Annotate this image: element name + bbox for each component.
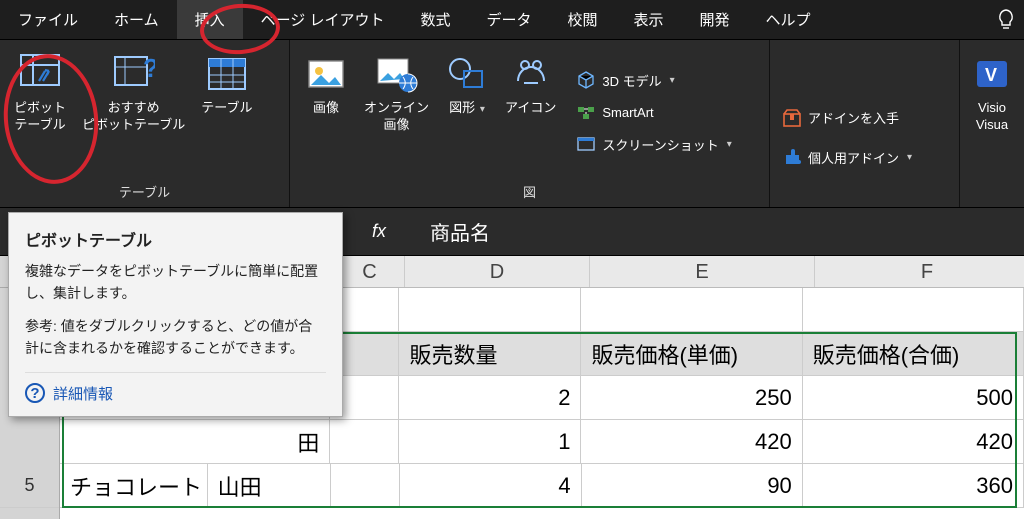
tooltip-body: 参考: 値をダブルクリックすると、どの値が合計に含まれるかを確認することができま…: [25, 316, 326, 359]
visio-icon: V: [970, 52, 1014, 96]
cell[interactable]: 販売数量: [399, 332, 581, 375]
tab-help[interactable]: ヘルプ: [748, 0, 829, 39]
tab-insert[interactable]: 挿入: [177, 0, 243, 39]
table-label: テーブル: [201, 100, 252, 117]
pictures-button[interactable]: 画像: [296, 44, 356, 180]
recommended-pivottable-button[interactable]: ? おすすめ ピボットテーブル: [74, 44, 193, 180]
visio-label: Visio Visua: [976, 100, 1008, 134]
shapes-label: 図形 ▾: [449, 100, 485, 117]
cell[interactable]: 4: [400, 464, 582, 507]
group-tables: ピボット テーブル ? おすすめ ピボットテーブル テーブル テーブル: [0, 40, 290, 207]
table-row[interactable]: チョコレート 山田 4 90 360: [60, 464, 1024, 508]
tooltip-more-label: 詳細情報: [53, 383, 113, 404]
smartart-icon: [576, 102, 596, 122]
tooltip-more-link[interactable]: ? 詳細情報: [25, 372, 326, 404]
smartart-label: SmartArt: [602, 105, 653, 120]
cell[interactable]: 山田: [208, 464, 331, 507]
get-addins-label: アドインを入手: [808, 108, 899, 127]
my-addins-label: 個人用アドイン: [808, 148, 899, 167]
shapes-button[interactable]: 図形 ▾: [437, 44, 497, 180]
row-number[interactable]: 5: [0, 464, 59, 508]
tooltip-pivottable: ピボットテーブル 複雑なデータをピボットテーブルに簡単に配置し、集計します。 参…: [8, 212, 343, 417]
tab-pagelayout[interactable]: ページ レイアウト: [243, 0, 403, 39]
cell[interactable]: [331, 464, 400, 507]
group-illustrations: 画像 オンライン 画像 図形 ▾: [290, 40, 770, 207]
cell[interactable]: 90: [582, 464, 803, 507]
pictures-icon: [304, 52, 348, 96]
screenshot-label: スクリーンショット: [602, 135, 718, 154]
icons-label: アイコン: [505, 100, 556, 117]
tab-review[interactable]: 校閲: [550, 0, 616, 39]
shapes-icon: [445, 52, 489, 96]
cell[interactable]: 販売価格(単価): [581, 332, 802, 375]
tab-file[interactable]: ファイル: [0, 0, 96, 39]
group-addins: アドインを入手 個人用アドイン ▾: [770, 40, 960, 207]
online-pictures-label: オンライン 画像: [364, 100, 429, 134]
cell[interactable]: 250: [581, 376, 802, 419]
tab-developer[interactable]: 開発: [682, 0, 748, 39]
tooltip-title: ピボットテーブル: [25, 227, 326, 251]
help-icon: ?: [25, 383, 45, 403]
pictures-label: 画像: [313, 100, 339, 117]
col-header[interactable]: D: [405, 256, 590, 287]
table-icon: [205, 52, 249, 96]
svg-text:V: V: [985, 65, 997, 85]
svg-text:?: ?: [143, 53, 155, 83]
online-pictures-button[interactable]: オンライン 画像: [356, 44, 437, 180]
screenshot-icon: [576, 134, 596, 154]
chevron-down-icon: ▾: [727, 139, 732, 150]
col-header[interactable]: C: [335, 256, 405, 287]
chevron-down-icon: ▾: [477, 104, 485, 115]
cell[interactable]: 360: [803, 464, 1024, 507]
addin-icon: [782, 148, 802, 168]
recommended-pivottable-icon: ?: [112, 52, 156, 96]
get-addins-button[interactable]: アドインを入手: [776, 105, 953, 131]
cell[interactable]: 420: [803, 420, 1024, 463]
ribbon-tabs: ファイル ホーム 挿入 ページ レイアウト 数式 データ 校閲 表示 開発 ヘル…: [0, 0, 1024, 40]
cell[interactable]: 420: [581, 420, 802, 463]
tab-home[interactable]: ホーム: [96, 0, 177, 39]
tab-view[interactable]: 表示: [616, 0, 682, 39]
pivottable-button[interactable]: ピボット テーブル: [6, 44, 74, 180]
my-addins-button[interactable]: 個人用アドイン ▾: [776, 145, 953, 171]
cell[interactable]: [330, 420, 399, 463]
ribbon: ピボット テーブル ? おすすめ ピボットテーブル テーブル テーブル: [0, 40, 1024, 208]
pivottable-icon: [18, 52, 62, 96]
tell-me-icon[interactable]: [988, 0, 1024, 39]
table-button[interactable]: テーブル: [193, 44, 260, 180]
screenshot-button[interactable]: スクリーンショット ▾: [570, 131, 738, 157]
tab-data[interactable]: データ: [468, 0, 549, 39]
col-header[interactable]: E: [590, 256, 815, 287]
3d-models-label: 3D モデル: [602, 71, 661, 90]
tab-formulas[interactable]: 数式: [402, 0, 468, 39]
col-header[interactable]: F: [815, 256, 1024, 287]
icons-icon: [509, 52, 553, 96]
icons-button[interactable]: アイコン: [497, 44, 564, 180]
cell[interactable]: 田: [60, 420, 330, 463]
smartart-button[interactable]: SmartArt: [570, 99, 738, 125]
cell[interactable]: 販売価格(合価): [803, 332, 1024, 375]
tooltip-body: 複雑なデータをピボットテーブルに簡単に配置し、集計します。: [25, 261, 326, 304]
cell[interactable]: 1: [399, 420, 581, 463]
group-visio: V Visio Visua: [960, 40, 1024, 207]
group-illustrations-label: 図: [296, 180, 763, 205]
visio-button[interactable]: V Visio Visua: [966, 44, 1018, 138]
fx-label[interactable]: fx: [372, 221, 412, 242]
cell[interactable]: 500: [803, 376, 1024, 419]
pivottable-label: ピボット テーブル: [14, 100, 66, 134]
chevron-down-icon: ▾: [670, 75, 675, 86]
group-tables-label: テーブル: [6, 180, 283, 205]
online-pictures-icon: [375, 52, 419, 96]
table-row[interactable]: 田 1 420 420: [60, 420, 1024, 464]
cube-icon: [576, 70, 596, 90]
cell[interactable]: 2: [399, 376, 581, 419]
3d-models-button[interactable]: 3D モデル ▾: [570, 67, 738, 93]
recommended-pivottable-label: おすすめ ピボットテーブル: [82, 100, 185, 134]
store-icon: [782, 108, 802, 128]
formula-bar-value[interactable]: 商品名: [430, 217, 490, 246]
cell[interactable]: チョコレート: [60, 464, 208, 507]
chevron-down-icon: ▾: [907, 152, 912, 163]
